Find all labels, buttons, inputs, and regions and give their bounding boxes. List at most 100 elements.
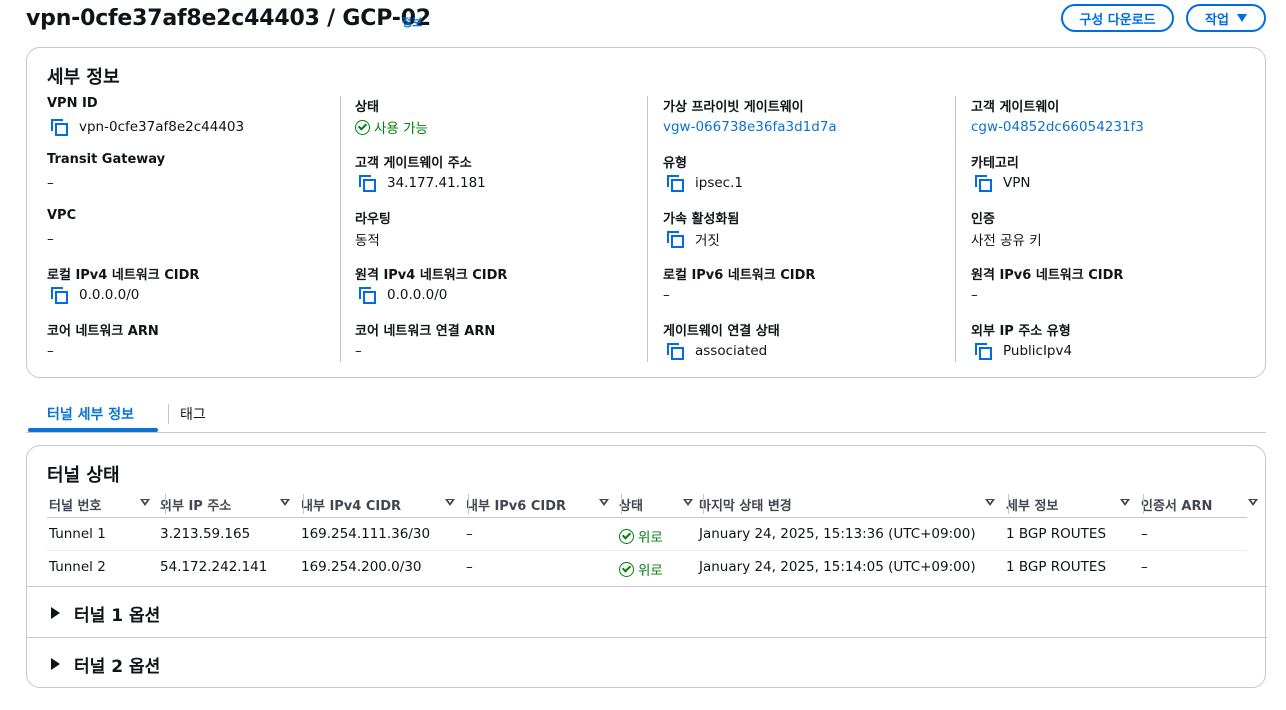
tab-divider — [168, 404, 169, 424]
sort-caret-icon[interactable] — [599, 499, 609, 506]
sort-caret-icon[interactable] — [445, 499, 455, 506]
header-divider — [1143, 494, 1144, 514]
detail-value-text: vgw-066738e36fa3d1d7a — [663, 119, 837, 135]
detail-label: 외부 IP 주소 유형 — [971, 324, 1071, 339]
detail-item: 코어 네트워크 ARN – — [47, 320, 337, 361]
sort-caret-icon[interactable] — [280, 499, 290, 506]
column-header-outside-ip[interactable]: 외부 IP 주소 — [160, 494, 231, 514]
copy-icon[interactable] — [667, 231, 684, 248]
cell-inside-ipv4-cidr: 169.254.111.36/30 — [301, 526, 431, 542]
tunnel-2-options-label: 터널 2 옵션 — [74, 657, 161, 677]
cell-inside-ipv6-cidr: – — [466, 559, 473, 575]
tunnel-status-panel: 터널 상태 터널 번호 외부 IP 주소 내부 IPv4 CIDR 내부 IPv6 C… — [26, 445, 1267, 688]
header-divider — [703, 494, 704, 514]
detail-value-text: associated — [695, 343, 768, 359]
detail-label: 원격 IPv4 네트워크 CIDR — [355, 268, 508, 283]
detail-value: vpn-0cfe37af8e2c44403 — [47, 117, 337, 137]
tunnel-2-options-expander[interactable]: 터널 2 옵션 — [27, 637, 1267, 688]
page-header: vpn-0cfe37af8e2c44403 / GCP-02 정보 구성 다운로… — [26, 4, 1266, 34]
detail-item: 로컬 IPv6 네트워크 CIDR – — [663, 264, 953, 305]
detail-item: 가상 프라이빗 게이트웨이 vgw-066738e36fa3d1d7a — [663, 96, 953, 137]
detail-value-link[interactable]: vgw-066738e36fa3d1d7a — [663, 117, 953, 137]
sort-caret-icon[interactable] — [1120, 499, 1130, 506]
detail-item: VPN ID vpn-0cfe37af8e2c44403 — [47, 96, 337, 137]
detail-value-text: 사전 공유 키 — [971, 233, 1042, 249]
detail-item: 원격 IPv4 네트워크 CIDR 0.0.0.0/0 — [355, 264, 645, 305]
column-header-last-status-change[interactable]: 마지막 상태 변경 — [699, 494, 792, 514]
status-check-icon — [355, 119, 370, 135]
copy-icon[interactable] — [667, 175, 684, 192]
detail-label: VPC — [47, 208, 77, 223]
tunnel-1-options-expander[interactable]: 터널 1 옵션 — [27, 586, 1267, 637]
detail-value: 동적 — [355, 229, 645, 249]
column-header-inside-ipv4-cidr[interactable]: 내부 IPv4 CIDR — [301, 494, 401, 514]
tunnel-status-title: 터널 상태 — [47, 465, 120, 486]
cell-tunnel-number: Tunnel 1 — [49, 526, 106, 542]
detail-item: 고객 게이트웨이 cgw-04852dc66054231f3 — [971, 96, 1261, 137]
column-header-status[interactable]: 상태 — [619, 494, 643, 514]
detail-label: 인증 — [971, 212, 995, 227]
copy-icon[interactable] — [51, 119, 68, 136]
detail-value-text: 34.177.41.181 — [387, 175, 486, 191]
details-panel: 세부 정보 VPN ID vpn-0cfe37af8e2c44403 Transit… — [26, 47, 1266, 378]
detail-value-text: vpn-0cfe37af8e2c44403 — [79, 119, 245, 135]
tunnel-1-options-label: 터널 1 옵션 — [74, 606, 161, 626]
column-header-details[interactable]: 세부 정보 — [1006, 494, 1058, 514]
header-divider — [468, 494, 469, 514]
header-divider — [303, 494, 304, 514]
detail-item: 원격 IPv6 네트워크 CIDR – — [971, 264, 1261, 305]
cell-last-status-change: January 24, 2025, 15:13:36 (UTC+09:00) — [699, 526, 976, 542]
details-column-vpn: VPN ID vpn-0cfe37af8e2c44403 Transit Gatew… — [47, 96, 347, 362]
column-header-tunnel-number[interactable]: 터널 번호 — [49, 494, 101, 514]
detail-item: 코어 네트워크 연결 ARN – — [355, 320, 645, 361]
detail-item: Transit Gateway – — [47, 152, 337, 193]
caret-right-icon — [51, 607, 60, 619]
sort-caret-icon[interactable] — [140, 499, 150, 506]
download-config-button[interactable]: 구성 다운로드 — [1061, 4, 1174, 32]
detail-label: 고객 게이트웨이 주소 — [355, 156, 472, 171]
copy-icon[interactable] — [975, 343, 992, 360]
detail-value-text: – — [47, 343, 54, 359]
detail-item: 외부 IP 주소 유형 PublicIpv4 — [971, 320, 1261, 361]
detail-value: – — [355, 341, 645, 361]
detail-value: 34.177.41.181 — [355, 173, 645, 193]
copy-icon[interactable] — [359, 175, 376, 192]
detail-value: associated — [663, 341, 953, 361]
column-divider — [647, 96, 648, 362]
column-header-certificate-arn[interactable]: 인증서 ARN — [1141, 494, 1212, 514]
sort-caret-icon[interactable] — [1248, 499, 1258, 506]
detail-value: 0.0.0.0/0 — [47, 285, 337, 305]
status-check-icon — [619, 528, 634, 544]
actions-button[interactable]: 작업 — [1186, 4, 1266, 32]
copy-icon[interactable] — [667, 343, 684, 360]
detail-value: VPN — [971, 173, 1261, 193]
sort-caret-icon[interactable] — [985, 499, 995, 506]
table-row: Tunnel 1 3.213.59.165 169.254.111.36/30 – 위로… — [47, 518, 1247, 551]
detail-label: Transit Gateway — [47, 152, 166, 167]
info-link[interactable]: 정보 — [402, 14, 422, 30]
cell-details: 1 BGP ROUTES — [1006, 526, 1107, 542]
copy-icon[interactable] — [359, 287, 376, 304]
detail-item: 카테고리 VPN — [971, 152, 1261, 193]
details-column-gateway: 가상 프라이빗 게이트웨이 vgw-066738e36fa3d1d7a 유형 ipse… — [663, 96, 963, 362]
status-text: 위로 — [638, 530, 663, 546]
detail-item: 인증사전 공유 키 — [971, 208, 1261, 249]
detail-value-link[interactable]: cgw-04852dc66054231f3 — [971, 117, 1261, 137]
detail-value: – — [663, 285, 953, 305]
detail-value: – — [47, 173, 337, 193]
tab-tags[interactable]: 태그 — [180, 404, 206, 424]
copy-icon[interactable] — [51, 287, 68, 304]
cell-outside-ip: 54.172.242.141 — [160, 559, 268, 575]
detail-value-text: 거짓 — [695, 233, 720, 249]
tab-tunnel-details[interactable]: 터널 세부 정보 — [47, 404, 134, 424]
copy-icon[interactable] — [975, 175, 992, 192]
detail-label: 가속 활성화됨 — [663, 212, 740, 227]
header-divider — [621, 494, 622, 514]
column-divider — [955, 96, 956, 362]
detail-value-text: – — [47, 231, 54, 247]
detail-value: 사용 가능 — [355, 117, 645, 137]
detail-label: 고객 게이트웨이 — [971, 100, 1060, 115]
caret-down-icon — [1236, 14, 1247, 22]
sort-caret-icon[interactable] — [683, 499, 693, 506]
column-header-inside-ipv6-cidr[interactable]: 내부 IPv6 CIDR — [466, 494, 566, 514]
